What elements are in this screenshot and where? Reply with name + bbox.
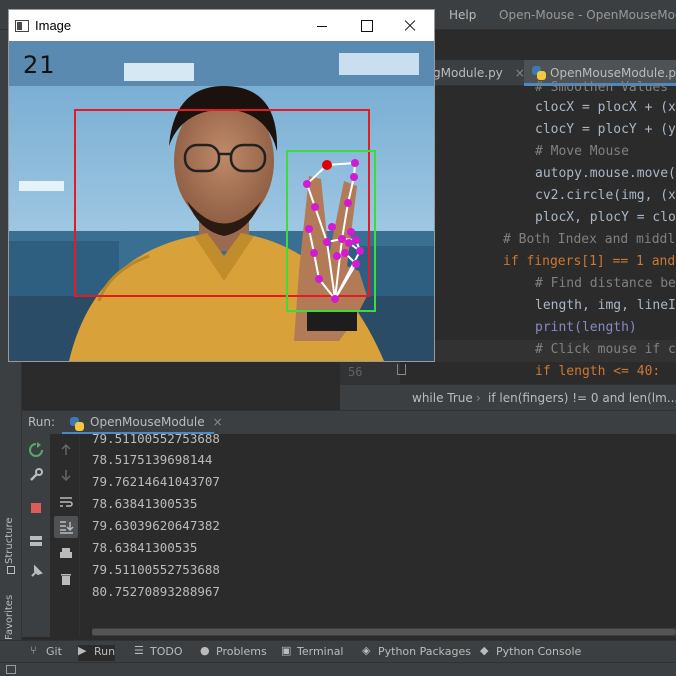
console-output[interactable]: 79.51100552753688 78.5175139698144 79.76… xyxy=(92,428,652,628)
soft-wrap-icon[interactable] xyxy=(58,494,74,510)
code-line: # Move Mouse xyxy=(535,144,629,159)
maximize-button[interactable] xyxy=(343,10,389,41)
chevron-right-icon: › xyxy=(476,391,481,405)
ceiling-light xyxy=(339,53,419,75)
run-label: Run: xyxy=(28,415,56,429)
info-icon: ● xyxy=(200,644,210,657)
list-icon: ☰ xyxy=(134,644,144,657)
run-toolbar-secondary xyxy=(52,434,80,637)
tool-label: Problems xyxy=(216,645,267,658)
tool-label: Python Packages xyxy=(378,645,471,658)
tool-todo[interactable]: ☰ TODO xyxy=(134,644,183,661)
console-line: 78.63841300535 xyxy=(92,496,198,511)
tool-label: Terminal xyxy=(297,645,344,658)
console-line: 79.51100552753688 xyxy=(92,562,220,577)
line-number: 56 xyxy=(348,365,363,379)
structure-icon xyxy=(7,566,15,574)
tool-python-console[interactable]: ◆ Python Console xyxy=(480,644,582,661)
stop-icon[interactable] xyxy=(28,500,44,516)
python-icon xyxy=(70,417,84,431)
code-line: plocX, plocY = clo xyxy=(535,210,676,225)
status-bar xyxy=(0,662,676,676)
image-window-title: Image xyxy=(35,18,72,33)
tab-gmodule[interactable]: gModule.py × xyxy=(433,60,525,86)
print-icon[interactable] xyxy=(58,546,74,562)
layout-icon[interactable] xyxy=(28,533,44,549)
close-icon[interactable]: × xyxy=(213,415,223,429)
ceiling-light xyxy=(124,63,194,81)
webcam-frame-image xyxy=(9,41,434,361)
run-toolbar xyxy=(22,434,50,637)
tool-label: TODO xyxy=(150,645,183,658)
arrow-down-icon[interactable] xyxy=(58,467,74,483)
fps-counter: 21 xyxy=(23,51,56,79)
scrollbar-thumb[interactable] xyxy=(92,629,676,635)
console-horizontal-scrollbar[interactable] xyxy=(92,628,676,636)
wrench-icon[interactable] xyxy=(28,467,44,483)
tool-terminal[interactable]: ▣ Terminal xyxy=(281,644,344,661)
code-line: # Click mouse if c xyxy=(535,342,676,357)
console-line: 78.5175139698144 xyxy=(92,452,213,467)
image-window-titlebar[interactable]: Image xyxy=(9,10,434,41)
git-branch-icon: ⑂ xyxy=(30,644,37,657)
tab-label: gModule.py xyxy=(433,66,503,80)
code-line: # Find distance be xyxy=(535,276,676,291)
pin-icon[interactable] xyxy=(28,564,44,580)
tool-python-packages[interactable]: ◈ Python Packages xyxy=(362,644,471,661)
ide-window-title: Open-Mouse - OpenMouseModu xyxy=(499,8,676,22)
code-line: # Both Index and middl xyxy=(503,232,676,247)
favorites-panel-toggle[interactable]: Favorites xyxy=(4,595,15,640)
run-play-icon: ▶ xyxy=(78,644,87,657)
console-line: 79.76214641043707 xyxy=(92,474,220,489)
tool-label: Run xyxy=(94,645,116,658)
code-line: autopy.mouse.move( xyxy=(535,166,676,181)
layout-toggle-icon[interactable] xyxy=(6,665,16,674)
code-line: # Smoothen Values xyxy=(535,80,669,95)
tool-label: Python Console xyxy=(496,645,582,658)
console-line: 79.63039620647382 xyxy=(92,518,220,533)
console-line: 79.51100552753688 xyxy=(92,431,220,446)
rerun-icon[interactable] xyxy=(28,442,44,458)
code-line: print(length) xyxy=(535,320,637,335)
trash-icon[interactable] xyxy=(58,571,74,587)
code-line: clocY = plocY + (y xyxy=(535,122,676,137)
tool-label: Git xyxy=(46,645,62,658)
webcam-feed: 21 xyxy=(9,41,434,361)
python-icon: ◆ xyxy=(480,644,489,657)
code-line: clocX = plocX + (x xyxy=(535,100,676,115)
bottom-tool-bar: ⑂ Git ▶ Run ☰ TODO ● Problems ▣ Terminal ◈ Pyt… xyxy=(0,640,676,662)
code-line: cv2.circle(img, (x xyxy=(535,188,676,203)
pointer-dot xyxy=(322,160,332,170)
minimize-button[interactable] xyxy=(299,10,345,41)
terminal-icon: ▣ xyxy=(281,644,292,657)
tool-run[interactable]: ▶ Run xyxy=(78,644,116,661)
image-window[interactable]: Image 21 xyxy=(8,9,435,362)
opencv-window-icon xyxy=(15,20,29,32)
arrow-up-icon[interactable] xyxy=(58,442,74,458)
code-line: length, img, lineI xyxy=(535,298,676,313)
close-button[interactable] xyxy=(387,10,433,41)
code-line: if length <= 40: xyxy=(535,364,661,379)
tool-problems[interactable]: ● Problems xyxy=(200,644,267,661)
code-line: if fingers[1] == 1 and xyxy=(503,254,676,269)
scroll-to-end-icon xyxy=(60,521,74,534)
structure-panel-toggle[interactable]: Structure xyxy=(4,517,15,564)
run-tab-label: OpenMouseModule xyxy=(90,415,205,429)
tool-git[interactable]: ⑂ Git xyxy=(30,644,62,661)
breadcrumb-item[interactable]: if len(fingers) != 0 and len(lm... xyxy=(488,391,676,405)
console-line: 78.63841300535 xyxy=(92,540,198,555)
breadcrumb: while True › if len(fingers) != 0 and le… xyxy=(340,384,676,410)
scroll-to-end-toggle[interactable] xyxy=(54,516,78,538)
menu-help[interactable]: Help xyxy=(449,8,476,22)
layers-icon: ◈ xyxy=(362,644,371,657)
breadcrumb-item[interactable]: while True xyxy=(412,391,473,405)
console-line: 80.75270893288967 xyxy=(92,584,220,599)
fold-marker-icon[interactable] xyxy=(397,364,406,375)
